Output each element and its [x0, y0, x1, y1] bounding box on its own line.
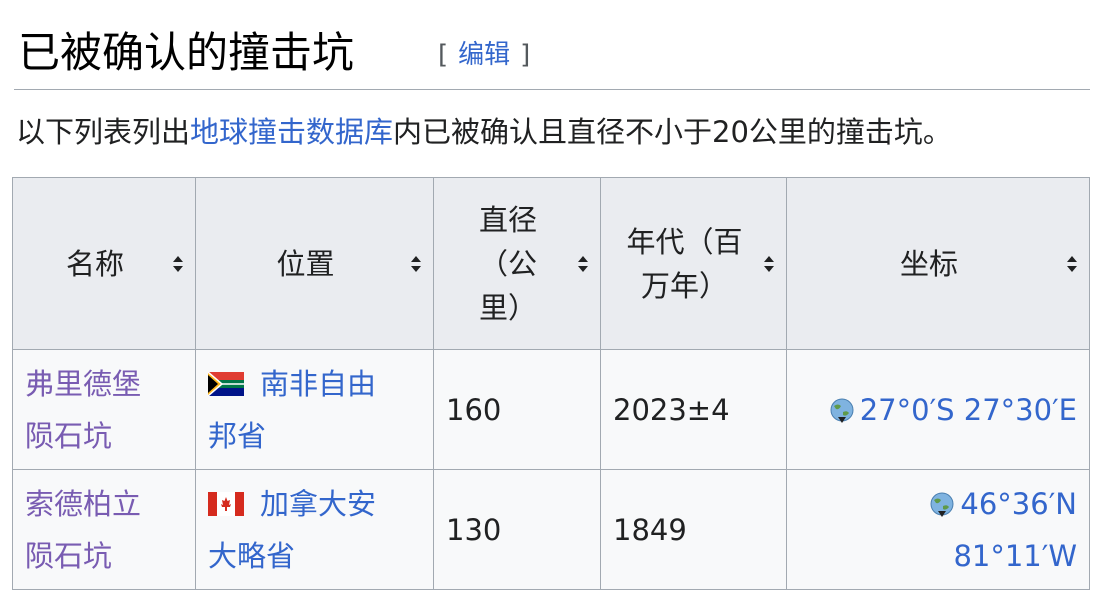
header-diameter[interactable]: 直径 （公 里） — [433, 177, 601, 350]
crater-name-line-1: 弗里德堡 — [25, 366, 142, 401]
cell-coordinates: 27°0′S 27°30′E — [786, 349, 1090, 470]
cell-diameter: 130 — [433, 469, 601, 590]
sort-icon[interactable] — [409, 254, 423, 274]
intro-text-before: 以下列表列出 — [16, 115, 191, 149]
sort-icon[interactable] — [171, 254, 185, 274]
cell-age: 2023±4 — [600, 349, 787, 470]
earth-impact-database-link[interactable]: 地球撞击数据库 — [190, 115, 393, 149]
globe-icon[interactable] — [928, 491, 956, 519]
header-diameter-line-1: 直径 — [478, 202, 537, 237]
header-location-label: 位置 — [276, 246, 335, 281]
header-name[interactable]: 名称 — [12, 177, 196, 350]
south-africa-flag-icon — [208, 371, 244, 396]
location-line-1: 加拿大安 — [260, 486, 377, 521]
header-diameter-line-3: 里） — [478, 290, 537, 325]
header-age-line-2: 万年） — [640, 268, 728, 303]
header-name-label: 名称 — [65, 246, 124, 281]
canada-flag-icon — [208, 491, 244, 516]
coordinates-line-2: 81°11′W — [953, 538, 1077, 573]
cell-name: 索德柏立 陨石坑 — [12, 469, 196, 590]
crater-link-vredefort[interactable]: 弗里德堡 陨石坑 — [25, 367, 141, 453]
cell-age: 1849 — [600, 469, 787, 590]
coordinates-line-1: 46°36′N — [960, 486, 1077, 521]
header-coordinates-label: 坐标 — [899, 246, 958, 281]
header-age-line-1: 年代（百 — [626, 224, 743, 259]
coordinates-link[interactable]: 27°0′S 27°30′E — [860, 393, 1077, 427]
cell-diameter: 160 — [433, 349, 601, 470]
crater-link-sudbury[interactable]: 索德柏立 陨石坑 — [25, 487, 141, 573]
cell-location: 南非自由邦省 — [195, 349, 434, 470]
sort-icon[interactable] — [762, 254, 776, 274]
location-line-1: 南非自由 — [260, 366, 377, 401]
table-row: 弗里德堡 陨石坑 南非自由 邦省 160 2023±4 27°0′S 27°30… — [12, 349, 1090, 470]
location-line-2: 邦省 — [208, 418, 267, 453]
table-row: 索德柏立 陨石坑 加拿大安 大略省 130 1849 46°36′N 81°11′ — [12, 469, 1090, 590]
edit-bracket-close: ] — [520, 40, 531, 70]
section-title: 已被确认的撞击坑 — [18, 28, 355, 77]
table-header-row: 名称 位置 直径 （公 里） 年代（百 万年） 坐标 — [12, 177, 1090, 350]
edit-link[interactable]: 编辑 — [458, 40, 510, 70]
crater-name-line-1: 索德柏立 — [25, 486, 142, 521]
crater-name-line-2: 陨石坑 — [25, 538, 113, 573]
header-diameter-line-2: （公 — [478, 246, 537, 281]
location-line-2: 大略省 — [208, 538, 296, 573]
sort-icon[interactable] — [1065, 254, 1079, 274]
header-coordinates[interactable]: 坐标 — [786, 177, 1090, 350]
intro-paragraph: 以下列表列出地球撞击数据库内已被确认且直径不小于20公里的撞击坑。 — [16, 112, 952, 152]
cell-location: 加拿大安大略省 — [195, 469, 434, 590]
intro-text-after: 内已被确认且直径不小于20公里的撞击坑。 — [393, 115, 952, 149]
edit-bracket-open: [ — [438, 40, 449, 70]
header-location[interactable]: 位置 — [195, 177, 434, 350]
sort-icon[interactable] — [576, 254, 590, 274]
crater-name-line-2: 陨石坑 — [25, 418, 113, 453]
craters-table: 名称 位置 直径 （公 里） 年代（百 万年） 坐标 弗里德堡 陨石坑 南非自由… — [12, 177, 1090, 590]
edit-section: [ 编辑] — [438, 40, 530, 70]
header-age[interactable]: 年代（百 万年） — [600, 177, 787, 350]
coordinates-link[interactable]: 46°36′N 81°11′W — [953, 487, 1077, 573]
section-heading: 已被确认的撞击坑 [ 编辑] — [14, 14, 1090, 90]
cell-name: 弗里德堡 陨石坑 — [12, 349, 196, 470]
globe-icon[interactable] — [828, 397, 856, 425]
cell-coordinates: 46°36′N 81°11′W — [786, 469, 1090, 590]
